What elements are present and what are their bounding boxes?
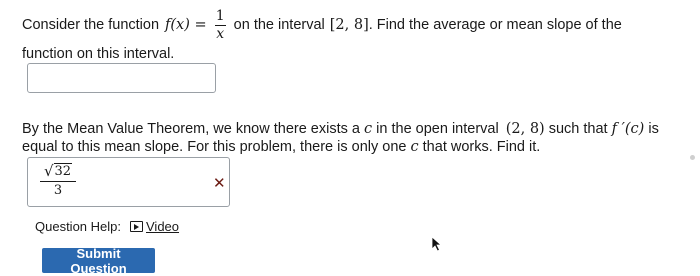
closed-interval: [2, 8] — [329, 17, 369, 33]
question-1-middle: on the interval — [233, 17, 325, 33]
mean-slope-answer-input[interactable] — [27, 63, 216, 93]
square-root: √ 32 — [43, 162, 73, 180]
video-link[interactable]: Video — [146, 219, 179, 234]
function-definition: f(x) = — [165, 17, 207, 33]
answer-fraction-bar — [40, 181, 76, 182]
question-help: Question Help: Video — [35, 219, 179, 234]
radical-sign-icon: √ — [43, 162, 54, 180]
question-1-tail: . Find the average or mean slope of the — [368, 17, 622, 33]
question-1-line-2: function on this interval. — [22, 46, 175, 62]
question-2-line-2a: equal to this mean slope. For this probl… — [22, 139, 407, 155]
question-2-line-2b: that works. Find it. — [422, 139, 541, 155]
radicand: 32 — [53, 163, 73, 179]
function-fraction: 1 x — [214, 7, 226, 42]
question-2-line-1a: By the Mean Value Theorem, we know there… — [22, 121, 360, 137]
open-interval: (2, 8) — [505, 121, 545, 137]
question-1-intro: Consider the function — [22, 17, 160, 33]
fraction-numerator: 1 — [215, 7, 225, 24]
variable-c: c — [364, 121, 373, 137]
question-2-text: By the Mean Value Theorem, we know there… — [22, 120, 682, 156]
question-2-line-1c: such that — [548, 121, 608, 137]
answer-fraction: √ 32 3 — [40, 163, 76, 198]
fraction-denominator: x — [216, 25, 225, 42]
mouse-cursor-icon — [431, 236, 443, 252]
submit-question-button[interactable]: Submit Question — [42, 246, 155, 276]
play-video-icon[interactable] — [130, 221, 143, 232]
question-help-label: Question Help: — [35, 219, 121, 234]
derivative-expression: f ′(c) — [611, 121, 645, 137]
question-2-line-1d: is — [648, 121, 659, 137]
scroll-indicator-dot — [690, 155, 695, 160]
c-value-answer-field[interactable]: √ 32 3 ✕ — [27, 157, 230, 207]
x-mark-icon: ✕ — [213, 175, 226, 192]
answer-denominator: 3 — [53, 183, 63, 198]
question-1-text: Consider the function f(x) = 1 x on the … — [22, 7, 672, 63]
question-2-line-1b: in the open interval — [376, 121, 499, 137]
variable-c-2: c — [410, 139, 419, 155]
